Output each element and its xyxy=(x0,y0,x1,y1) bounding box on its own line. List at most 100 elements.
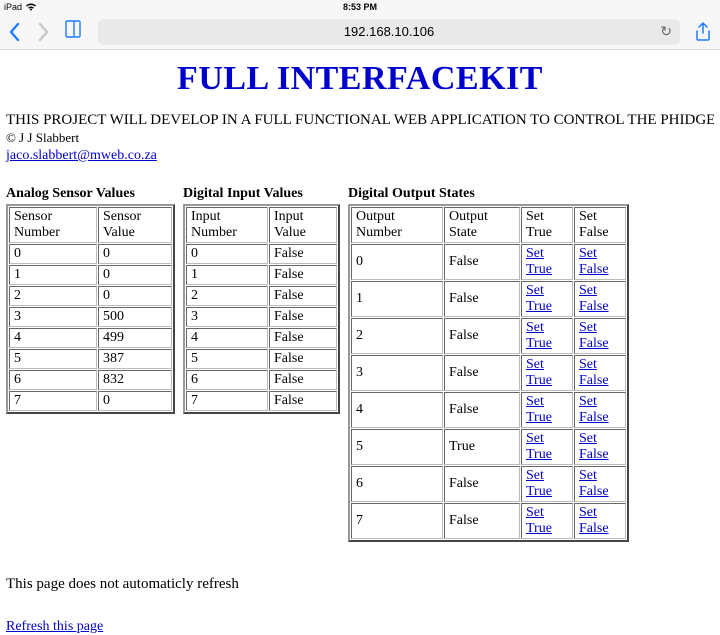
forward-button[interactable] xyxy=(36,22,50,42)
sensor-number: 7 xyxy=(9,391,97,411)
input-value: False xyxy=(269,265,337,285)
output-state: False xyxy=(444,281,520,317)
output-number: 1 xyxy=(351,281,443,317)
dout-col-setfalse: Set False xyxy=(574,207,626,243)
sensor-value: 0 xyxy=(98,244,172,264)
output-state: False xyxy=(444,392,520,428)
set-true-link[interactable]: Set True xyxy=(526,357,552,388)
input-value: False xyxy=(269,328,337,348)
dout-col-settrue: Set True xyxy=(521,207,573,243)
output-number: 5 xyxy=(351,429,443,465)
set-true-link[interactable]: Set True xyxy=(526,505,552,536)
digital-out-column: Digital Output States Output Number Outp… xyxy=(348,186,629,542)
table-row: 70 xyxy=(9,391,172,411)
set-true-link[interactable]: Set True xyxy=(526,468,552,499)
set-false-link[interactable]: Set False xyxy=(579,357,609,388)
table-row: 0FalseSet TrueSet False xyxy=(351,244,626,280)
table-row: 2False xyxy=(186,286,337,306)
digital-in-table: Input Number Input Value 0False1False2Fa… xyxy=(183,204,340,414)
set-false-link[interactable]: Set False xyxy=(579,468,609,499)
input-number: 3 xyxy=(186,307,268,327)
output-state: False xyxy=(444,355,520,391)
output-state: False xyxy=(444,318,520,354)
share-button[interactable] xyxy=(694,22,712,42)
output-number: 2 xyxy=(351,318,443,354)
status-bar: iPad 8:53 PM xyxy=(0,0,720,14)
output-state: True xyxy=(444,429,520,465)
set-true-link[interactable]: Set True xyxy=(526,246,552,277)
input-value: False xyxy=(269,349,337,369)
table-row: 4499 xyxy=(9,328,172,348)
set-false-link[interactable]: Set False xyxy=(579,394,609,425)
address-bar[interactable]: 192.168.10.106 ↻ xyxy=(98,19,680,45)
input-number: 1 xyxy=(186,265,268,285)
output-state: False xyxy=(444,503,520,539)
table-row: 7FalseSet TrueSet False xyxy=(351,503,626,539)
table-row: 3FalseSet True Set False xyxy=(351,355,626,391)
set-true-link[interactable]: Set True xyxy=(526,394,552,425)
input-number: 4 xyxy=(186,328,268,348)
bookmarks-button[interactable] xyxy=(64,19,84,44)
sensor-number: 4 xyxy=(9,328,97,348)
dout-col-state: Output State xyxy=(444,207,520,243)
project-description: THIS PROJECT WILL DEVELOP IN A FULL FUNC… xyxy=(6,112,714,129)
set-true-link[interactable]: Set True xyxy=(526,431,552,462)
input-number: 7 xyxy=(186,391,268,411)
sensor-number: 6 xyxy=(9,370,97,390)
input-number: 0 xyxy=(186,244,268,264)
table-row: 6FalseSet TrueSet False xyxy=(351,466,626,502)
table-row: 4FalseSet TrueSet False xyxy=(351,392,626,428)
table-row: 3500 xyxy=(9,307,172,327)
page-title: FULL INTERFACEKIT xyxy=(6,60,714,98)
set-true-link[interactable]: Set True xyxy=(526,320,552,351)
digital-in-heading: Digital Input Values xyxy=(183,186,340,202)
set-false-link[interactable]: Set False xyxy=(579,320,609,351)
table-row: 20 xyxy=(9,286,172,306)
browser-toolbar: 192.168.10.106 ↻ xyxy=(0,14,720,50)
table-row: 00 xyxy=(9,244,172,264)
din-col-value: Input Value xyxy=(269,207,337,243)
set-true-link[interactable]: Set True xyxy=(526,283,552,314)
input-value: False xyxy=(269,391,337,411)
table-row: 3False xyxy=(186,307,337,327)
analog-col-number: Sensor Number xyxy=(9,207,97,243)
page-content: FULL INTERFACEKIT THIS PROJECT WILL DEVE… xyxy=(0,50,720,635)
table-row: 5387 xyxy=(9,349,172,369)
input-number: 6 xyxy=(186,370,268,390)
sensor-number: 3 xyxy=(9,307,97,327)
table-header-row: Input Number Input Value xyxy=(186,207,337,243)
table-header-row: Output Number Output State Set True Set … xyxy=(351,207,626,243)
reload-button[interactable]: ↻ xyxy=(660,23,672,40)
sensor-value: 0 xyxy=(98,286,172,306)
url-text: 192.168.10.106 xyxy=(344,24,434,39)
email-link[interactable]: jaco.slabbert@mweb.co.za xyxy=(6,148,157,163)
digital-out-table: Output Number Output State Set True Set … xyxy=(348,204,629,542)
input-value: False xyxy=(269,307,337,327)
table-row: 7False xyxy=(186,391,337,411)
wifi-icon xyxy=(25,2,37,13)
refresh-link[interactable]: Refresh this page xyxy=(6,619,103,634)
table-row: 1False xyxy=(186,265,337,285)
sensor-value: 499 xyxy=(98,328,172,348)
sensor-number: 2 xyxy=(9,286,97,306)
digital-out-heading: Digital Output States xyxy=(348,186,629,202)
set-false-link[interactable]: Set False xyxy=(579,283,609,314)
sensor-value: 0 xyxy=(98,265,172,285)
table-header-row: Sensor Number Sensor Value xyxy=(9,207,172,243)
output-number: 0 xyxy=(351,244,443,280)
table-row: 4False xyxy=(186,328,337,348)
set-false-link[interactable]: Set False xyxy=(579,505,609,536)
table-row: 10 xyxy=(9,265,172,285)
input-number: 2 xyxy=(186,286,268,306)
output-number: 6 xyxy=(351,466,443,502)
table-row: 1FalseSet True Set False xyxy=(351,281,626,317)
back-button[interactable] xyxy=(8,22,22,42)
set-false-link[interactable]: Set False xyxy=(579,431,609,462)
sensor-value: 387 xyxy=(98,349,172,369)
table-row: 2FalseSet True Set False xyxy=(351,318,626,354)
output-number: 3 xyxy=(351,355,443,391)
input-number: 5 xyxy=(186,349,268,369)
set-false-link[interactable]: Set False xyxy=(579,246,609,277)
analog-heading: Analog Sensor Values xyxy=(6,186,175,202)
refresh-note: This page does not automaticly refresh xyxy=(6,576,714,593)
